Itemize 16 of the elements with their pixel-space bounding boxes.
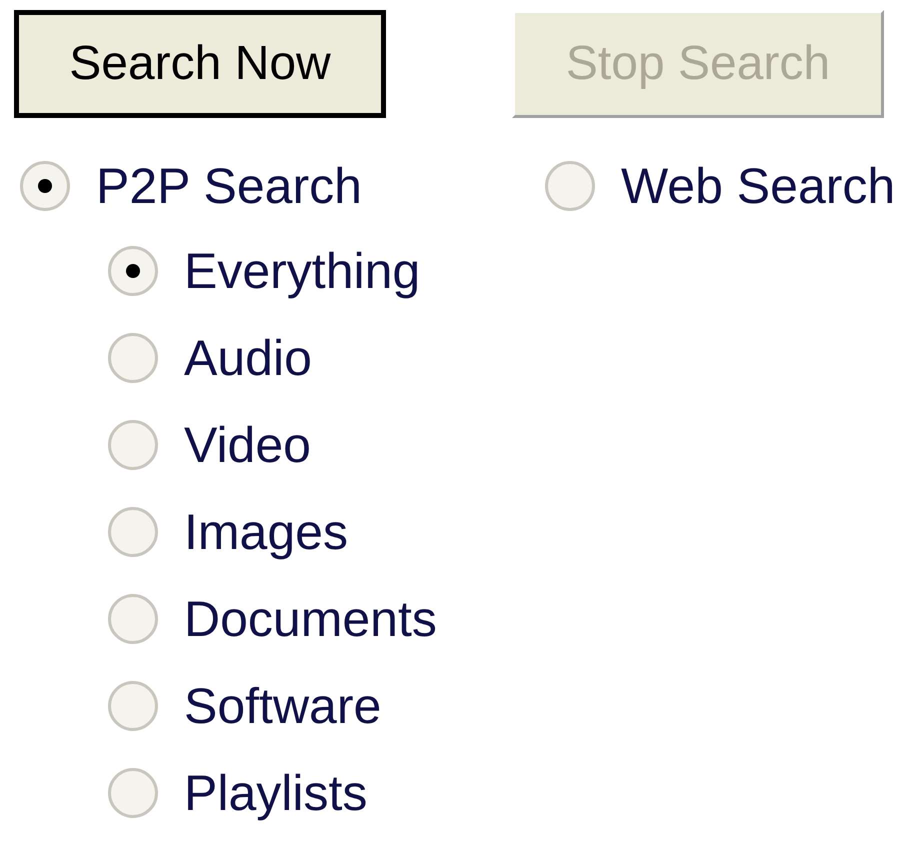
radio-button[interactable] bbox=[108, 594, 158, 644]
radio-label: P2P Search bbox=[96, 160, 362, 210]
radio-button[interactable] bbox=[108, 420, 158, 470]
radio-button[interactable] bbox=[108, 506, 158, 556]
radio-button[interactable] bbox=[545, 160, 595, 210]
search-button[interactable]: Search Now bbox=[14, 10, 386, 118]
radio-label: Web Search bbox=[621, 160, 896, 210]
radio-label: Documents bbox=[184, 594, 437, 644]
radio-button[interactable] bbox=[108, 768, 158, 818]
radio-label: Audio bbox=[184, 332, 312, 382]
radio-button[interactable] bbox=[108, 246, 158, 296]
radio-label: Video bbox=[184, 420, 311, 470]
radio-label: Software bbox=[184, 680, 382, 730]
radio-button[interactable] bbox=[108, 332, 158, 382]
radio-button[interactable] bbox=[108, 680, 158, 730]
radio-button[interactable] bbox=[20, 160, 70, 210]
